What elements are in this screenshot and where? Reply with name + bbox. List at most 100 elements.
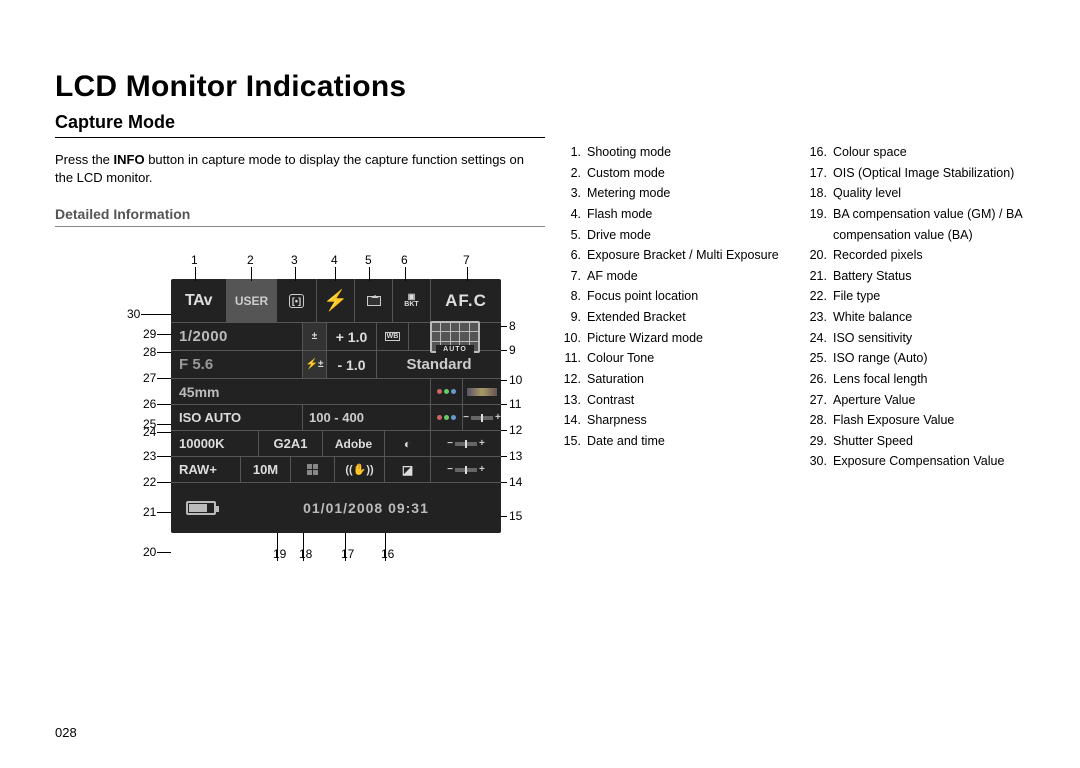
callout-number: 8 — [509, 319, 516, 333]
quality-icon — [291, 457, 335, 482]
legend-item: 19.BA compensation value (GM) / BA compe… — [809, 204, 1025, 245]
lcd-diagram: TAv USER [•] ⚡ ▣BKT AF.C 1/2000 ± + 1.0 … — [63, 247, 523, 577]
legend-item: 15.Date and time — [563, 431, 779, 452]
aperture-cell: F 5.6 — [171, 351, 303, 378]
custom-mode-cell: USER — [227, 279, 277, 322]
callout-number: 11 — [509, 397, 521, 411]
drive-mode-icon — [355, 279, 393, 322]
callout-number: 15 — [509, 509, 522, 523]
detailed-info-heading: Detailed Information — [55, 206, 545, 227]
af-mode-cell: AF.C — [431, 279, 501, 322]
callout-number: 5 — [365, 253, 372, 267]
callout-number: 6 — [401, 253, 408, 267]
pixels-cell: 10M — [241, 457, 291, 482]
page-number: 028 — [55, 725, 77, 740]
callout-number: 21 — [143, 505, 156, 519]
legend-item: 24.ISO sensitivity — [809, 328, 1025, 349]
legend-item: 10.Picture Wizard mode — [563, 328, 779, 349]
callout-number: 13 — [509, 449, 522, 463]
shooting-mode-cell: TAv — [171, 279, 227, 322]
callout-number: 1 — [191, 253, 198, 267]
callout-number: 14 — [509, 475, 522, 489]
callout-number: 9 — [509, 343, 516, 357]
legend-item: 3.Metering mode — [563, 183, 779, 204]
bracket-icon: ▣BKT — [393, 279, 431, 322]
wb-kelvin-cell: 10000K — [171, 431, 259, 456]
legend-columns: 1.Shooting mode2.Custom mode3.Metering m… — [563, 112, 1025, 577]
intro-text: Press the INFO button in capture mode to… — [55, 151, 545, 186]
section-heading: Capture Mode — [55, 112, 545, 138]
legend-item: 16.Colour space — [809, 142, 1025, 163]
callout-number: 2 — [247, 253, 254, 267]
legend-item: 5.Drive mode — [563, 225, 779, 246]
callout-number: 18 — [299, 547, 312, 561]
legend-item: 18.Quality level — [809, 183, 1025, 204]
info-button-name: INFO — [114, 152, 145, 167]
wb-bracket-icon: WB — [377, 323, 409, 350]
ev-icon: ± — [303, 323, 327, 350]
saturation-slider: −+ — [463, 405, 501, 430]
legend-item: 23.White balance — [809, 307, 1025, 328]
legend-item: 28.Flash Exposure Value — [809, 410, 1025, 431]
callout-number: 23 — [143, 449, 156, 463]
page-title: LCD Monitor Indications — [55, 70, 1025, 104]
callout-number: 17 — [341, 547, 354, 561]
callout-number: 10 — [509, 373, 522, 387]
legend-item: 7.AF mode — [563, 266, 779, 287]
iso-range-cell: 100 - 400 — [303, 405, 431, 430]
shutter-speed-cell: 1/2000 — [171, 323, 303, 350]
callout-number: 28 — [143, 345, 156, 359]
legend-item: 14.Sharpness — [563, 410, 779, 431]
callout-number: 27 — [143, 371, 156, 385]
metering-icon: [•] — [277, 279, 317, 322]
focus-point-cell: AUTO — [409, 323, 501, 350]
legend-item: 27.Aperture Value — [809, 390, 1025, 411]
flash-ev-icon: ⚡± — [303, 351, 327, 378]
legend-item: 2.Custom mode — [563, 163, 779, 184]
ois-icon: ((✋)) — [335, 457, 385, 482]
legend-item: 6.Exposure Bracket / Multi Exposure — [563, 245, 779, 266]
color-tone-icon — [431, 379, 463, 404]
iso-label-cell: ISO AUTO — [171, 405, 303, 430]
flash-icon: ⚡ — [317, 279, 355, 322]
callout-number: 7 — [463, 253, 470, 267]
legend-item: 20.Recorded pixels — [809, 245, 1025, 266]
legend-item: 22.File type — [809, 286, 1025, 307]
callout-number: 3 — [291, 253, 298, 267]
legend-item: 29.Shutter Speed — [809, 431, 1025, 452]
legend-item: 9.Extended Bracket — [563, 307, 779, 328]
sharpness-slider: −+ — [431, 457, 501, 482]
focal-length-cell: 45mm — [171, 379, 431, 404]
ev-value-cell: + 1.0 — [327, 323, 377, 350]
legend-item: 21.Battery Status — [809, 266, 1025, 287]
file-type-cell: RAW+ — [171, 457, 241, 482]
callout-number: 16 — [381, 547, 394, 561]
battery-icon — [171, 501, 231, 515]
legend-item: 1.Shooting mode — [563, 142, 779, 163]
color-tone-value — [463, 379, 501, 404]
saturation-icon — [431, 405, 463, 430]
legend-item: 30.Exposure Compensation Value — [809, 451, 1025, 472]
callout-number: 20 — [143, 545, 156, 559]
lcd-screen: TAv USER [•] ⚡ ▣BKT AF.C 1/2000 ± + 1.0 … — [171, 279, 501, 533]
callout-number: 19 — [273, 547, 286, 561]
contrast-icon: ◐ — [385, 431, 431, 456]
wb-shift-cell: G2A1 — [259, 431, 323, 456]
callout-number: 29 — [143, 327, 156, 341]
legend-item: 8.Focus point location — [563, 286, 779, 307]
flash-ev-value: - 1.0 — [327, 351, 377, 378]
legend-item: 13.Contrast — [563, 390, 779, 411]
legend-item: 26.Lens focal length — [809, 369, 1025, 390]
legend-item: 4.Flash mode — [563, 204, 779, 225]
colorspace-cell: Adobe — [323, 431, 385, 456]
legend-item: 17.OIS (Optical Image Stabilization) — [809, 163, 1025, 184]
sharpness-icon: ◪ — [385, 457, 431, 482]
legend-item: 12.Saturation — [563, 369, 779, 390]
callout-number: 24 — [143, 425, 156, 439]
legend-item: 11.Colour Tone — [563, 348, 779, 369]
callout-number: 26 — [143, 397, 156, 411]
datetime-cell: 01/01/2008 09:31 — [231, 500, 501, 516]
picture-wizard-cell: Standard — [377, 351, 501, 378]
focus-auto-label: AUTO — [436, 345, 474, 354]
callout-number: 22 — [143, 475, 156, 489]
